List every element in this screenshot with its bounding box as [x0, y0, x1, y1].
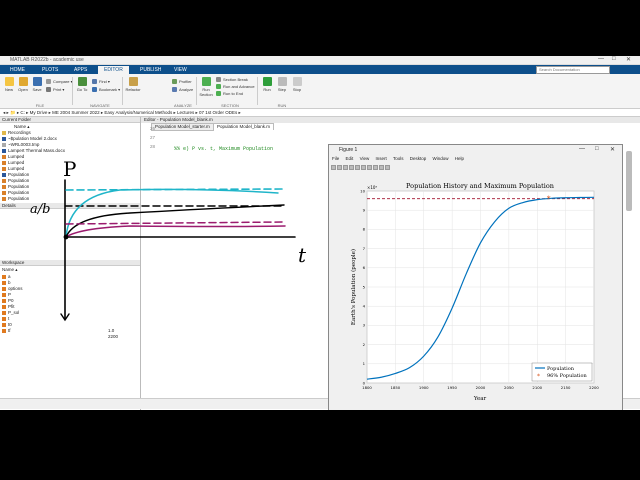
legend-asterisk-swatch: * — [537, 373, 540, 380]
x-tick-label: 1800 — [362, 385, 372, 390]
maximize-button[interactable]: □ — [612, 56, 616, 62]
y-tick-label: 10 — [360, 188, 365, 193]
x-tick-label: 1950 — [447, 385, 457, 390]
y-tick-label: 9 — [363, 208, 366, 213]
sketch-ab-label: a/b — [30, 202, 50, 217]
y-tick-label: 2 — [363, 342, 366, 347]
y-tick-label: 6 — [363, 265, 366, 270]
search-input[interactable]: Search Documentation — [536, 66, 610, 74]
handwritten-sketch: P a/b t — [30, 157, 307, 322]
minimize-button[interactable]: — — [598, 56, 604, 62]
y-tick-label: 8 — [363, 227, 366, 232]
editor-scrollbar[interactable] — [626, 151, 632, 211]
marker-group: * — [547, 194, 551, 203]
y-exponent-label: ×10⁹ — [367, 185, 377, 190]
x-tick-label: 1900 — [419, 385, 429, 390]
sketch-magenta-curve — [65, 225, 286, 238]
y-tick-label: 7 — [363, 246, 366, 251]
matlab-window: MATLAB R2022b - academic use — □ ✕ HOME … — [0, 56, 640, 410]
x-tick-label: 2150 — [561, 385, 571, 390]
sketch-black-curve — [65, 204, 285, 238]
sketch-t-label: t — [298, 243, 307, 267]
x-tick-label: 2200 — [589, 385, 599, 390]
chart-title: Population History and Maximum Populatio… — [406, 182, 554, 190]
y-tick-label: 5 — [363, 284, 366, 289]
y-tick-label: 3 — [363, 323, 366, 328]
legend-population-label: Population — [547, 366, 575, 372]
x-tick-label: 2050 — [504, 385, 514, 390]
x-tick-label: 2100 — [532, 385, 542, 390]
x-tick-label: 2000 — [476, 385, 486, 390]
y-tick-label: 1 — [363, 361, 366, 366]
sketch-initial-point — [63, 234, 69, 240]
x-tick-label: 1850 — [391, 385, 401, 390]
figure-window: Figure 1 — □ ✕ File Edit View Insert Too… — [328, 144, 623, 410]
x-axis-label: Year — [473, 396, 487, 402]
y-tick-label: 4 — [363, 304, 366, 309]
sketch-p-label: P — [63, 157, 76, 181]
close-button[interactable]: ✕ — [626, 56, 631, 63]
legend-96-percent-label: 96% Population — [547, 373, 587, 379]
ninety-six-percent-marker: * — [547, 194, 551, 203]
sketch-magenta-dashed — [65, 221, 283, 225]
legend: Population * 96% Population — [531, 362, 593, 382]
sketch-cyan-curve — [65, 188, 279, 238]
y-axis-label: Earth's Population (people) — [350, 249, 357, 325]
plot-canvas: 1800 1850 1900 1950 2000 2050 2100 2150 22000123… — [350, 182, 599, 402]
